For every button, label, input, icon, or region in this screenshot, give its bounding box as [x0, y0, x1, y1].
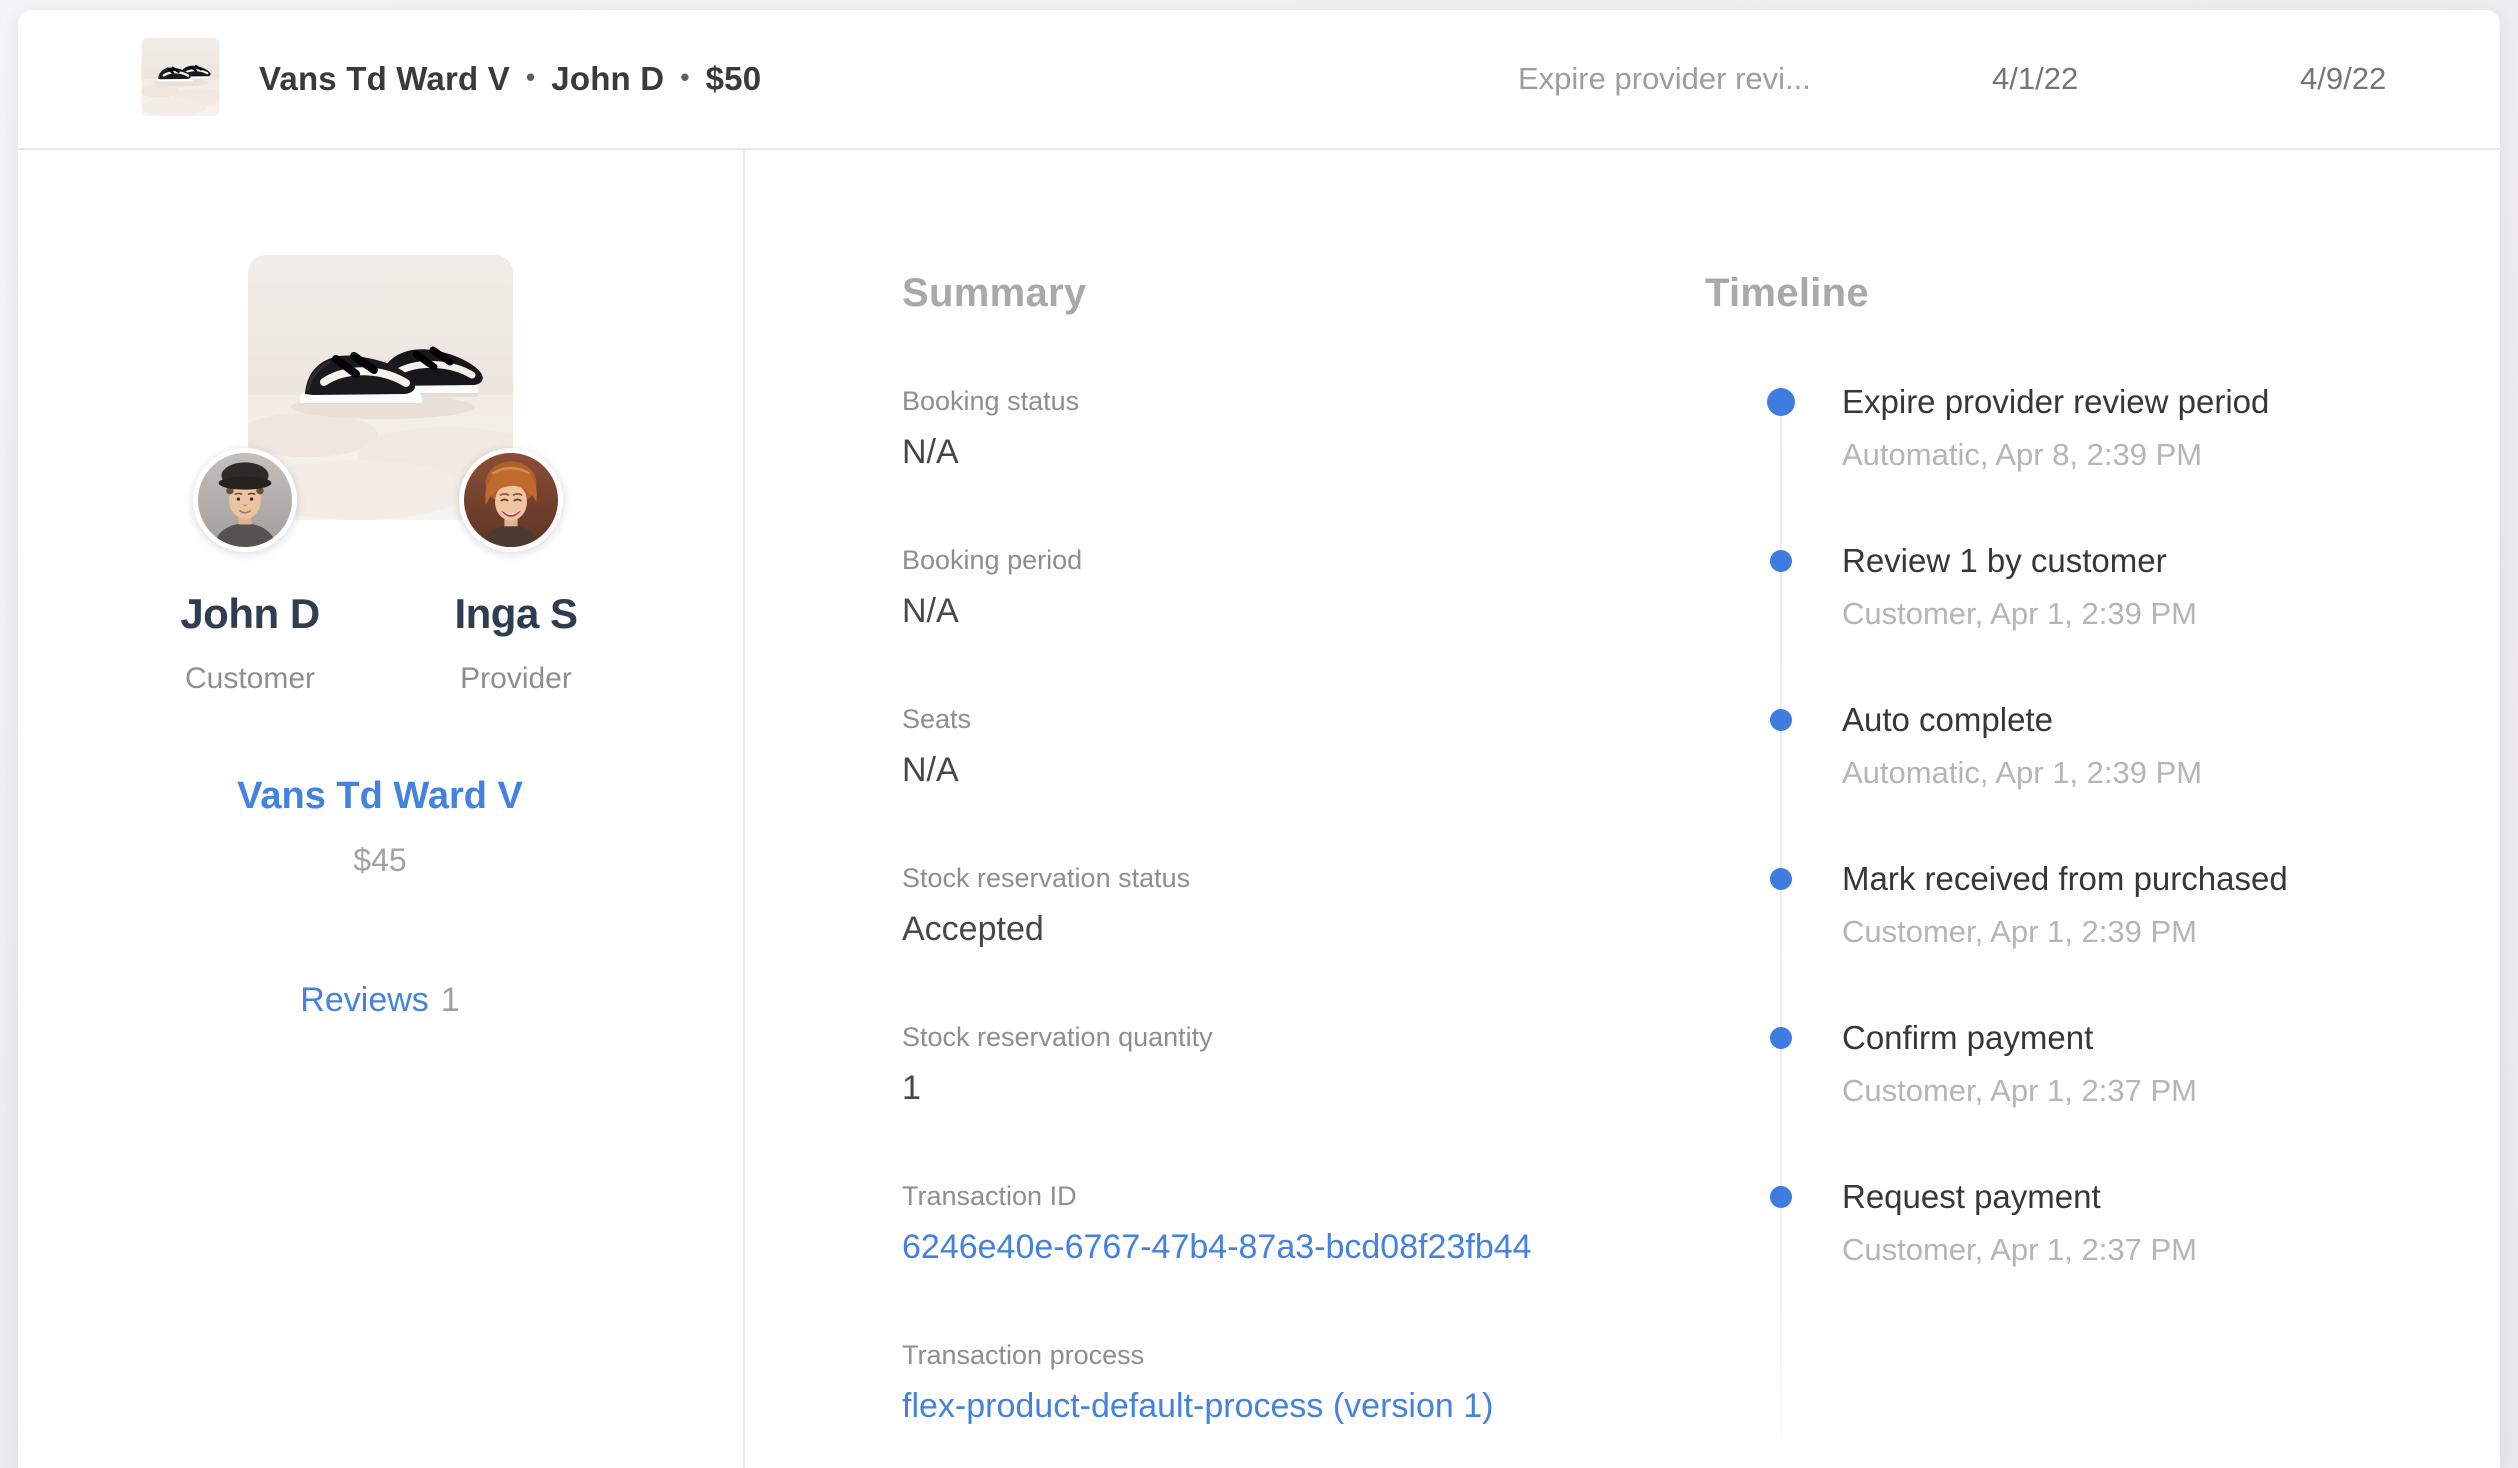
column-divider — [743, 150, 745, 1468]
transaction-row[interactable]: Vans Td Ward V • John D • $50 Expire pro… — [18, 10, 2500, 148]
header-listing-title: Vans Td Ward V — [259, 60, 510, 97]
reviews-line: Reviews 1 — [230, 981, 530, 1020]
timeline-event-meta: Customer, Apr 1, 2:39 PM — [1842, 596, 2197, 631]
summary-row: Stock reservation status Accepted — [902, 861, 1602, 1020]
reviews-link[interactable]: Reviews — [300, 981, 428, 1019]
summary-label: Transaction process — [902, 1340, 1145, 1370]
timeline-event: Confirm payment Customer, Apr 1, 2:37 PM — [1770, 1018, 2518, 1177]
summary-value: 6246e40e-6767-47b4-87a3-bcd08f23fb44 — [902, 1228, 1532, 1266]
summary-label: Booking status — [902, 386, 1080, 416]
summary-value: 1 — [902, 1069, 921, 1107]
summary-heading: Summary — [902, 271, 1087, 315]
timeline-event: Auto complete Automatic, Apr 1, 2:39 PM — [1770, 700, 2518, 859]
timeline-events: Expire provider review period Automatic,… — [1767, 382, 2518, 1336]
bullet-separator: • — [680, 61, 690, 92]
timeline-dot-icon — [1770, 1186, 1792, 1208]
timeline-event: Review 1 by customer Customer, Apr 1, 2:… — [1770, 541, 2518, 700]
summary-label: Seats — [902, 704, 972, 734]
summary-value: flex-product-default-process (version 1) — [902, 1387, 1494, 1425]
provider-name: Inga S — [454, 590, 578, 637]
date-last-activity: 4/9/22 — [2300, 61, 2387, 96]
summary-value: N/A — [902, 751, 959, 789]
header-customer-name: John D — [551, 60, 665, 97]
timeline-dot-icon — [1767, 388, 1795, 416]
bullet-separator: • — [525, 61, 536, 92]
summary-row: Transaction process flex-product-default… — [902, 1338, 1602, 1468]
transaction-title: Vans Td Ward V • John D • $50 — [259, 10, 761, 148]
customer-name: John D — [180, 590, 320, 637]
timeline-event-meta: Customer, Apr 1, 2:37 PM — [1842, 1232, 2197, 1267]
listing-title-link[interactable]: Vans Td Ward V — [230, 775, 530, 818]
timeline-event-title: Mark received from purchased — [1842, 860, 2288, 897]
summary-value: Accepted — [902, 910, 1044, 948]
summary-row: Stock reservation quantity 1 — [902, 1020, 1602, 1179]
summary-row: Seats N/A — [902, 702, 1602, 861]
summary-label: Transaction ID — [902, 1181, 1077, 1211]
provider-avatar[interactable] — [459, 448, 563, 552]
timeline-event-title: Review 1 by customer — [1842, 542, 2167, 579]
customer-role-label: Customer — [184, 662, 316, 695]
timeline-event-title: Confirm payment — [1842, 1019, 2094, 1056]
timeline-dot-icon — [1770, 709, 1792, 731]
summary-row: Booking period N/A — [902, 543, 1602, 702]
timeline-event-title: Request payment — [1842, 1178, 2101, 1215]
transaction-detail-page: Vans Td Ward V • John D • $50 Expire pro… — [0, 0, 2518, 1468]
timeline-event-meta: Automatic, Apr 8, 2:39 PM — [1842, 437, 2203, 472]
timeline-dot-icon — [1770, 1027, 1792, 1049]
summary-label: Stock reservation quantity — [902, 1022, 1213, 1052]
summary-value: N/A — [902, 433, 959, 471]
timeline-event-title: Auto complete — [1842, 701, 2053, 738]
summary-label: Booking period — [902, 545, 1083, 575]
reviews-count: 1 — [440, 981, 460, 1019]
timeline-event-meta: Customer, Apr 1, 2:37 PM — [1842, 1073, 2197, 1108]
timeline-dot-icon — [1770, 550, 1792, 572]
timeline-event-meta: Automatic, Apr 1, 2:39 PM — [1842, 755, 2203, 790]
timeline-dot-icon — [1770, 868, 1792, 890]
timeline-heading: Timeline — [1705, 271, 1869, 315]
last-transition-label: Expire provider revi... — [1518, 61, 1811, 96]
timeline-event: Request payment Customer, Apr 1, 2:37 PM — [1770, 1177, 2518, 1336]
listing-price: $45 — [353, 842, 407, 878]
timeline-event-meta: Customer, Apr 1, 2:39 PM — [1842, 914, 2197, 949]
provider-role-label: Provider — [460, 662, 572, 695]
date-started: 4/1/22 — [1992, 61, 2079, 96]
timeline-event-title: Expire provider review period — [1842, 383, 2270, 420]
listing-thumbnail — [140, 38, 221, 116]
header-price: $50 — [705, 60, 762, 97]
summary-value: N/A — [902, 592, 959, 630]
customer-avatar[interactable] — [193, 448, 297, 552]
header-divider — [18, 148, 2500, 150]
summary-row: Booking status N/A — [902, 384, 1602, 543]
summary-row: Transaction ID 6246e40e-6767-47b4-87a3-b… — [902, 1179, 1602, 1338]
timeline-event: Expire provider review period Automatic,… — [1767, 382, 2518, 541]
summary-label: Stock reservation status — [902, 863, 1191, 893]
summary-rows: Booking status N/A Booking period N/A Se… — [902, 384, 1602, 1468]
timeline-event: Mark received from purchased Customer, A… — [1770, 859, 2518, 1018]
